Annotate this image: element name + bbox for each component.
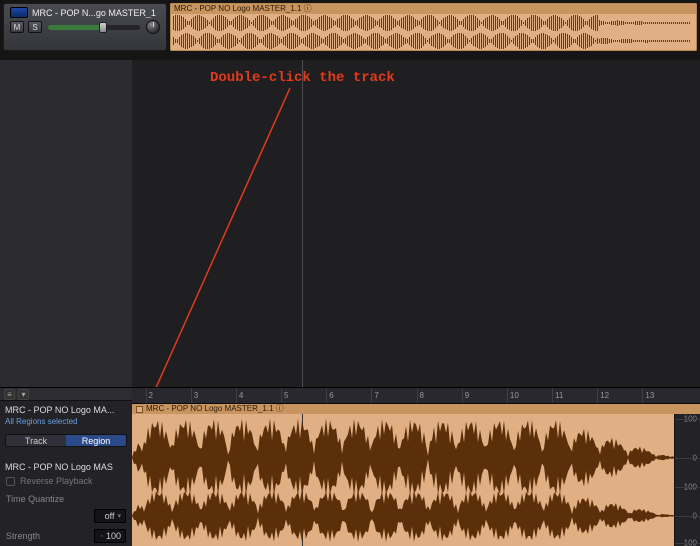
volume-slider[interactable] [48, 25, 140, 30]
editor-menu-icon[interactable]: ≡ [4, 389, 15, 400]
strength-label: Strength [6, 531, 40, 541]
empty-tracks-area [0, 60, 700, 387]
audio-editor: ≡ ▾ MRC - POP NO Logo MA... All Regions … [0, 387, 700, 546]
app-root: MRC - POP N...go MASTER_1 M S MRC - POP … [0, 0, 700, 546]
time-quantize-select[interactable]: off ▾ [94, 509, 126, 523]
ruler-tick: 10 [507, 388, 519, 403]
ruler-tick: 11 [552, 388, 563, 403]
track-color-thumb[interactable] [10, 7, 28, 18]
ruler-tick: 4 [236, 388, 243, 403]
mute-button[interactable]: M [10, 21, 24, 33]
reverse-playback-checkbox[interactable]: Reverse Playback [0, 474, 132, 488]
ruler-tick: 12 [597, 388, 609, 403]
region-waveform [171, 14, 696, 50]
track-title: MRC - POP N...go MASTER_1 [32, 8, 156, 18]
ruler-tick: 9 [462, 388, 469, 403]
pan-knob[interactable] [146, 20, 160, 34]
waveform-area[interactable]: -1000-1000-100 [132, 414, 700, 546]
audio-region[interactable]: MRC - POP NO Logo MASTER_1.1 ⓘ [170, 3, 697, 51]
chevron-down-icon: ▾ [117, 512, 121, 520]
db-scale: -1000-1000-100 [674, 414, 700, 546]
ruler-tick: 5 [281, 388, 288, 403]
seg-region[interactable]: Region [66, 435, 126, 446]
annotation-text: Double-click the track [210, 70, 395, 86]
editor-tool-icon[interactable]: ▾ [18, 389, 29, 400]
editor-region-label[interactable]: MRC - POP NO Logo MASTER_1.1 ⓘ [132, 404, 700, 414]
ruler-tick: 7 [371, 388, 378, 403]
region-label: MRC - POP NO Logo MASTER_1.1 ⓘ [171, 4, 696, 14]
ruler-tick: 6 [326, 388, 333, 403]
track-header[interactable]: MRC - POP N...go MASTER_1 M S [3, 3, 167, 51]
time-ruler[interactable]: 2 3 4 5 6 7 8 9 10 11 12 13 [132, 388, 700, 404]
arrange-canvas[interactable] [132, 60, 700, 387]
time-quantize-label: Time Quantize [0, 488, 132, 506]
ruler-tick: 3 [191, 388, 198, 403]
strength-value[interactable]: ◦ 100 [94, 529, 126, 543]
arrange-lane[interactable]: MRC - POP NO Logo MASTER_1.1 ⓘ [170, 3, 697, 51]
solo-button[interactable]: S [28, 21, 42, 33]
editor-selection-subtitle: All Regions selected [0, 417, 132, 431]
tracks-area: MRC - POP N...go MASTER_1 M S MRC - POP … [0, 0, 700, 60]
chevron-updown-icon: ◦ [100, 533, 102, 540]
seg-track[interactable]: Track [6, 435, 66, 446]
tracks-side-panel [0, 60, 132, 387]
editor-filename: MRC - POP NO Logo MA... [0, 401, 132, 417]
ruler-tick: 13 [642, 388, 654, 403]
region-name-field[interactable]: MRC - POP NO Logo MAS [0, 458, 132, 474]
ruler-tick: 2 [146, 388, 153, 403]
track-region-segmented[interactable]: Track Region [5, 434, 127, 447]
region-color-icon [136, 406, 143, 413]
editor-side-panel: ≡ ▾ MRC - POP NO Logo MA... All Regions … [0, 388, 132, 546]
editor-main: 2 3 4 5 6 7 8 9 10 11 12 13 MRC - POP NO Logo MASTE… [132, 388, 700, 546]
ruler-tick: 8 [417, 388, 424, 403]
checkbox-icon [6, 477, 15, 486]
